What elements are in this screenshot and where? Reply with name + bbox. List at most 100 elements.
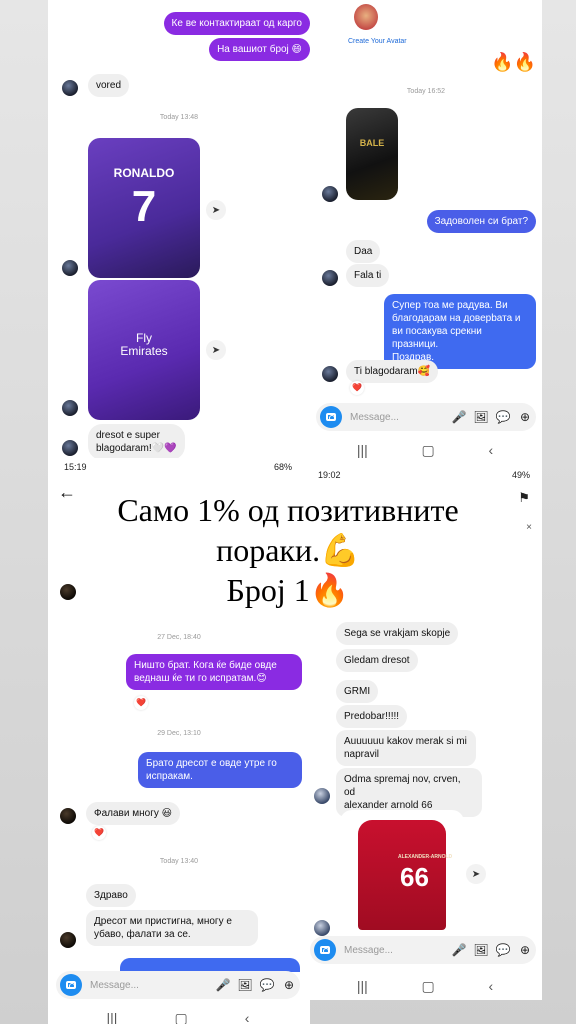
home-icon[interactable]: ▢ — [422, 978, 435, 995]
gallery-icon[interactable]: 🖼 — [470, 943, 492, 957]
status-bar: 19:02 49% — [318, 468, 530, 482]
jersey-name: ALEXANDER-ARNOLD — [398, 854, 453, 860]
create-avatar-label[interactable]: Create Your Avatar — [348, 38, 407, 45]
gallery-icon[interactable]: 🖼 — [234, 978, 256, 992]
message-input-bar[interactable]: Message... 🎤 🖼 💬 ⊕ — [316, 403, 536, 431]
back-icon[interactable]: ‹ — [245, 1010, 250, 1024]
back-icon[interactable]: ‹ — [488, 442, 493, 458]
timestamp: Today 13:40 — [159, 858, 199, 865]
add-icon[interactable]: ⊕ — [514, 410, 536, 424]
recent-apps-icon[interactable]: ||| — [107, 1010, 118, 1024]
share-icon[interactable]: ➤ — [206, 340, 226, 360]
status-bar: 15:19 68% — [64, 460, 292, 474]
timestamp: 27 Dec, 18:40 — [157, 634, 201, 641]
add-icon[interactable]: ⊕ — [278, 978, 300, 992]
top-right-chat-panel: Create Your Avatar 🔥🔥 Today 16:52 BALE З… — [310, 0, 542, 458]
message-input[interactable]: Message... — [344, 945, 448, 956]
avatar — [314, 788, 330, 804]
microphone-icon[interactable]: 🎤 — [448, 410, 470, 424]
received-message: Ti blagodaram🥰 — [346, 360, 439, 383]
sent-message: На вашиот број 😄 — [209, 38, 310, 61]
back-icon[interactable]: ‹ — [488, 978, 493, 994]
camera-icon[interactable] — [320, 406, 342, 428]
message-input[interactable]: Message... — [90, 980, 212, 991]
sent-message: Задоволен си брат? — [426, 210, 536, 233]
received-message: Predobar!!!!! — [336, 705, 408, 728]
jersey-number: 66 — [400, 862, 429, 892]
avatar — [62, 80, 78, 96]
avatar — [322, 186, 338, 202]
share-icon[interactable]: ➤ — [466, 864, 486, 884]
avatar — [322, 270, 338, 286]
timestamp: Today 16:52 — [406, 88, 446, 95]
received-message: Daa — [346, 240, 381, 263]
sticker-icon[interactable]: 💬 — [492, 943, 514, 957]
microphone-icon[interactable]: 🎤 — [212, 978, 234, 992]
jersey-name: RONALDO — [113, 166, 175, 180]
jersey-photo[interactable]: ALEXANDER-ARNOLD 66 — [340, 810, 464, 934]
top-left-chat-panel: Ке ве контактираат од карго На вашиот бр… — [48, 0, 310, 458]
jersey-sponsor: Fly Emirates — [120, 331, 168, 358]
gallery-icon[interactable]: 🖼 — [470, 410, 492, 424]
headline-line: Само 1% од позитивните — [117, 492, 459, 528]
avatar — [314, 920, 330, 936]
received-message: Здраво — [86, 884, 136, 907]
fire-emoji: 🔥🔥 — [491, 52, 536, 72]
home-icon[interactable]: ▢ — [174, 1010, 187, 1024]
android-nav-bar: ||| ▢ ‹ — [330, 978, 520, 995]
status-time: 15:19 — [64, 462, 87, 472]
heart-reaction: ❤️ — [92, 826, 106, 840]
sent-message: Ништо брат. Кога ќе биде овде веднаш ќе … — [126, 654, 302, 690]
received-message: vored — [88, 74, 130, 97]
headline-line: Број 1🔥 — [226, 572, 350, 608]
message-input-bar[interactable]: Message... 🎤 🖼 💬 ⊕ — [310, 936, 536, 964]
headline-overlay: Само 1% од позитивните пораки.💪 Број 1🔥 — [48, 490, 528, 610]
received-message: Fala ti — [346, 264, 390, 287]
received-message: Auuuuuu kakov merak si mi napravil — [336, 730, 476, 766]
avatar — [62, 440, 78, 456]
heart-reaction: ❤️ — [350, 381, 364, 395]
status-battery: 68% — [273, 462, 292, 472]
received-message: Дресот ми пристигна, многу е убаво, фала… — [86, 910, 258, 946]
camera-icon[interactable] — [60, 974, 82, 996]
recent-apps-icon[interactable]: ||| — [357, 442, 368, 458]
sent-message-preview — [120, 958, 300, 972]
heart-reaction: ❤️ — [134, 696, 148, 710]
jersey-photo[interactable]: RONALDO 7 — [88, 138, 200, 278]
avatar — [60, 932, 76, 948]
received-message: Sega se vrakjam skopje — [336, 622, 459, 645]
received-message: GRMI — [336, 680, 379, 703]
jersey-photo[interactable]: Fly Emirates — [88, 280, 200, 420]
avatar — [62, 260, 78, 276]
received-message: Gledam dresot — [336, 649, 418, 672]
avatar — [60, 808, 76, 824]
sent-message: Брато дресот е овде утре го испракам. — [138, 752, 302, 788]
status-battery: 49% — [511, 470, 530, 480]
received-message: Фалави многу 😃 — [86, 802, 181, 825]
sent-message: Супер тоа ме радува. Ви благодарам на до… — [384, 294, 536, 369]
status-time: 19:02 — [318, 470, 341, 480]
sticker-icon[interactable]: 💬 — [492, 410, 514, 424]
message-input[interactable]: Message... — [350, 412, 448, 423]
message-input-bar[interactable]: Message... 🎤 🖼 💬 ⊕ — [56, 971, 300, 999]
headline-line: пораки.💪 — [216, 532, 360, 568]
android-nav-bar: ||| ▢ ‹ — [78, 1010, 278, 1024]
jersey-number: 7 — [131, 182, 157, 231]
sent-message: Ке ве контактираат од карго — [163, 12, 310, 35]
recent-apps-icon[interactable]: ||| — [357, 978, 368, 994]
jersey-name: BALE — [359, 138, 385, 148]
sticker-icon[interactable]: 💬 — [256, 978, 278, 992]
add-icon[interactable]: ⊕ — [514, 943, 536, 957]
timestamp: 29 Dec, 13:10 — [157, 730, 201, 737]
home-icon[interactable]: ▢ — [422, 442, 435, 459]
share-icon[interactable]: ➤ — [206, 200, 226, 220]
camera-icon[interactable] — [314, 939, 336, 961]
timestamp: Today 13:48 — [159, 114, 199, 121]
avatar — [62, 400, 78, 416]
received-message: dresot e super blagodaram!🤍💜 — [88, 424, 185, 458]
microphone-icon[interactable]: 🎤 — [448, 943, 470, 957]
avatar — [322, 366, 338, 382]
jersey-photo[interactable]: BALE — [346, 108, 398, 200]
android-nav-bar: ||| ▢ ‹ — [330, 442, 520, 459]
avatar-sticker[interactable] — [354, 4, 378, 30]
